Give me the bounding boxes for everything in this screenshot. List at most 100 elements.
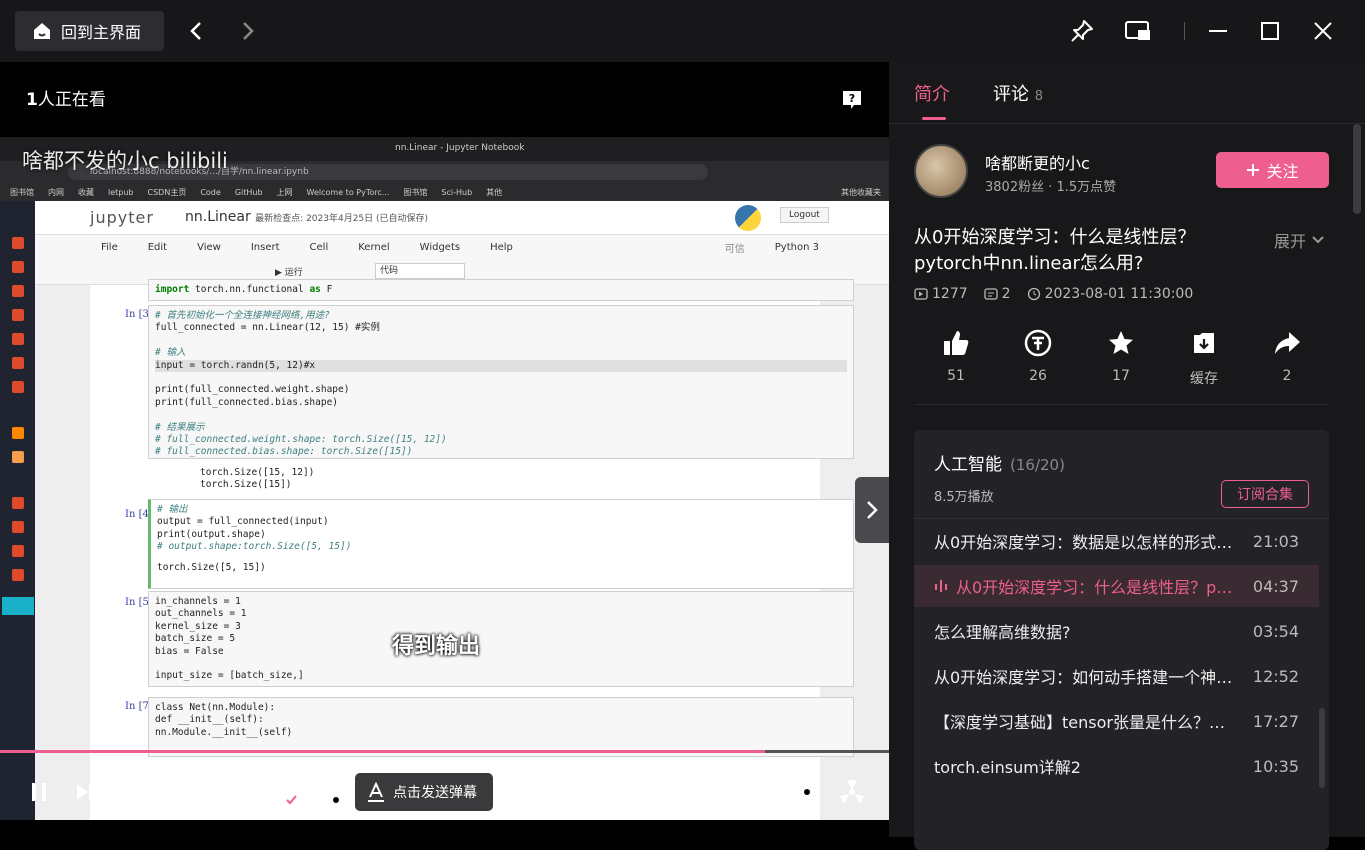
danmaku-toggle-button[interactable]: 弹 (270, 778, 298, 806)
volume-icon (753, 784, 770, 800)
progress-bar[interactable] (0, 750, 889, 753)
maximize-button[interactable] (1256, 17, 1284, 45)
jupyter-header: jupyter nn.Linear 最新检查点: 2023年4月25日 (已自动… (35, 201, 889, 235)
menu-edit[interactable]: Edit (148, 242, 167, 253)
close-icon (1314, 22, 1332, 40)
danmaku-settings-button[interactable]: 弹 (314, 778, 342, 806)
share-button[interactable]: 2 (1257, 328, 1317, 384)
pin-icon (1071, 20, 1093, 42)
video-player[interactable]: 1人正在看 ? nn.Linear - Jupyter Notebook loc… (0, 62, 889, 837)
panel-scrollbar[interactable] (1353, 124, 1361, 214)
svg-text:弹: 弹 (278, 787, 288, 800)
settings-button[interactable] (794, 778, 820, 806)
chevron-down-icon (1312, 236, 1324, 244)
close-button[interactable] (1309, 17, 1337, 45)
home-button[interactable]: 回到主界面 (15, 11, 164, 51)
minimize-button[interactable] (1204, 17, 1232, 45)
code-cell-selected: # 输出 output = full_connected(input) prin… (148, 499, 854, 589)
playing-bars-icon (935, 580, 947, 592)
collection-scrollbar[interactable] (1319, 708, 1325, 788)
cell-type-select[interactable]: 代码 (375, 263, 465, 279)
star-icon (1109, 331, 1133, 354)
chevron-left-icon (190, 22, 201, 40)
mini-player-button[interactable] (1124, 17, 1152, 45)
skip-next-icon (77, 784, 92, 800)
text-a-icon (368, 782, 384, 802)
like-button[interactable]: 51 (926, 328, 986, 384)
maximize-icon (1261, 22, 1279, 40)
danmaku-input[interactable]: 点击发送弹幕 (355, 773, 493, 811)
tab-intro[interactable]: 简介 (914, 80, 950, 106)
video-title: 从0开始深度学习：什么是线性层？pytorch中nn.linear怎么用? (914, 227, 1196, 274)
next-button[interactable] (72, 778, 96, 806)
picture-in-picture-icon (1125, 21, 1150, 40)
uploader-stats: 3802粉丝 · 1.5万点赞 (985, 180, 1117, 195)
uploader-avatar[interactable] (914, 144, 968, 198)
browser-tab-title: nn.Linear - Jupyter Notebook (395, 143, 525, 153)
collection-title[interactable]: 人工智能 (16/20) (934, 450, 1065, 475)
logout-button[interactable]: Logout (780, 207, 829, 223)
menu-insert[interactable]: Insert (251, 242, 280, 253)
subtitle-toggle-button[interactable] (702, 778, 732, 806)
episode-item[interactable]: 从0开始深度学习：如何动手搭建一个神经网络?12:52 (914, 655, 1319, 697)
svg-text:弹: 弹 (322, 787, 332, 800)
expand-button[interactable]: 展开 (1274, 228, 1324, 252)
sidebar-toggle-button[interactable] (855, 477, 889, 543)
menu-kernel[interactable]: Kernel (358, 242, 389, 253)
playback-time: 03:57 / 04:36 (114, 782, 225, 800)
forward-button[interactable] (235, 17, 261, 45)
feedback-button[interactable]: ? (842, 90, 862, 110)
volume-button[interactable] (750, 778, 776, 806)
code-cell: import torch.nn.functional as F (148, 279, 854, 301)
cache-button[interactable]: 缓存 (1174, 328, 1234, 388)
run-button[interactable]: ▶ 运行 (275, 265, 303, 278)
subscribe-collection-button[interactable]: 订阅合集 (1221, 480, 1309, 508)
episode-item[interactable]: torch.einsum详解2 10:35 (914, 745, 1319, 787)
coin-button[interactable]: 26 (1008, 328, 1068, 384)
collection-divider (914, 518, 1329, 519)
code-cell: in_channels = 1 out_channels = 1 kernel_… (148, 591, 854, 687)
pin-button[interactable] (1068, 17, 1096, 45)
play-count-icon (914, 288, 928, 300)
chevron-right-icon (243, 22, 254, 40)
viewer-count: 1人正在看 (26, 90, 106, 110)
download-icon (1194, 333, 1214, 353)
episode-item[interactable]: 怎么理解高维数据? 03:54 (914, 610, 1319, 652)
episode-item[interactable]: 从0开始深度学习：数据是以怎样的形式存储的?21:03 (914, 520, 1319, 562)
thumbs-up-icon (944, 331, 969, 355)
pause-button[interactable] (26, 778, 52, 806)
tab-indicator (922, 117, 946, 120)
quality-selector[interactable]: 1080P 高清 (529, 782, 623, 806)
progress-fill (0, 750, 765, 753)
episode-item-active[interactable]: 从0开始深度学习：什么是线性层？pytorch中nn.linear怎么用?04:… (914, 565, 1319, 607)
radiation-icon (840, 779, 864, 803)
menu-cell[interactable]: Cell (310, 242, 329, 253)
chevron-right-icon (867, 501, 878, 519)
fullscreen-effect-button[interactable] (838, 778, 866, 806)
minimize-icon (1209, 30, 1227, 32)
menu-widgets[interactable]: Widgets (420, 242, 460, 253)
gear-icon (796, 781, 818, 803)
plus-icon (1247, 164, 1260, 176)
video-frame[interactable]: nn.Linear - Jupyter Notebook localhost:8… (0, 137, 889, 820)
speed-selector[interactable]: 倍速 (646, 782, 678, 806)
jupyter-logo: jupyter (90, 208, 154, 227)
svg-text:?: ? (849, 92, 855, 105)
favorite-button[interactable]: 17 (1091, 328, 1151, 384)
back-button[interactable] (183, 17, 209, 45)
menu-help[interactable]: Help (490, 242, 513, 253)
danmaku-settings-icon: 弹 (316, 783, 341, 805)
menu-file[interactable]: File (101, 242, 118, 253)
tab-comments[interactable]: 评论 8 (993, 80, 1043, 106)
episode-item[interactable]: 【深度学习基础】tensor张量是什么？怎么理解?17:27 (914, 700, 1319, 742)
section-divider (914, 404, 1329, 405)
player-controls: 03:57 / 04:36 弹 弹 点击发送弹幕 1080P 高清 倍速 (0, 762, 889, 837)
menu-view[interactable]: View (197, 242, 221, 253)
follow-button[interactable]: 关注 (1216, 152, 1329, 188)
share-icon (1275, 332, 1300, 354)
video-meta: 1277 2 2023-08-01 11:30:00 (914, 286, 1193, 302)
trusted-badge: 可信 (724, 243, 745, 255)
uploader-name[interactable]: 啥都断更的小c (985, 150, 1090, 174)
coin-icon (1024, 329, 1052, 357)
kernel-name: Python 3 (774, 241, 819, 253)
